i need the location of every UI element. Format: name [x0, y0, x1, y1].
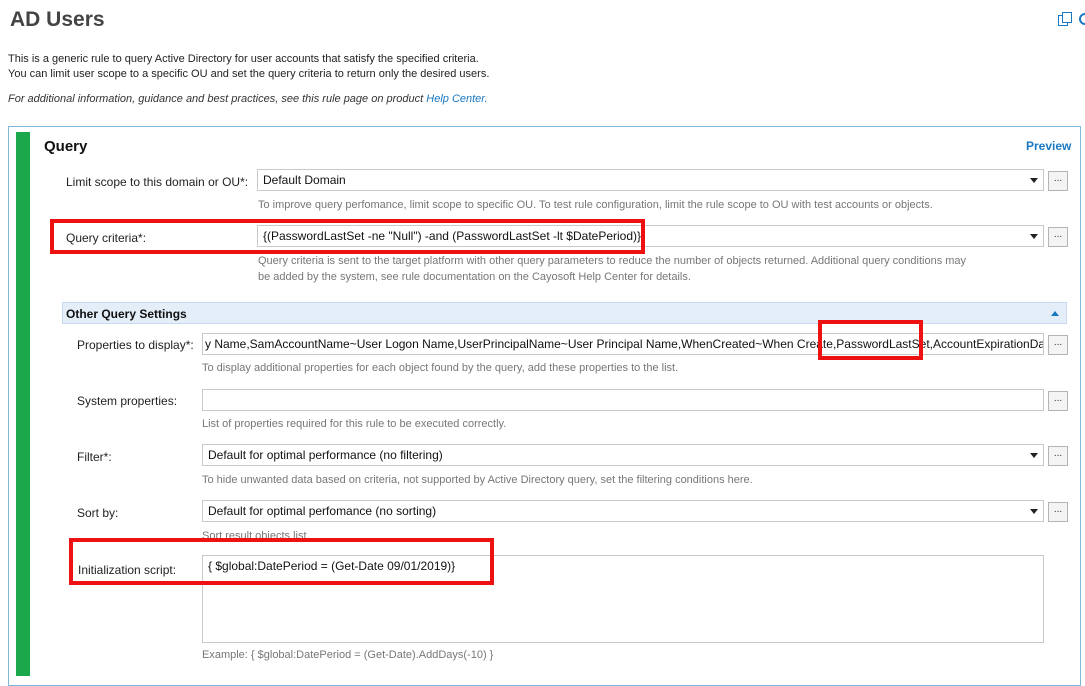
dropdown-arrow-icon — [1030, 453, 1038, 458]
filter-dropdown[interactable]: Default for optimal performance (no filt… — [202, 444, 1044, 466]
criteria-hint-line-2: be added by the system, see rule documen… — [258, 271, 691, 283]
filter-label: Filter*: — [77, 450, 112, 464]
properties-hint: To display additional properties for eac… — [202, 362, 679, 374]
info-text: For additional information, guidance and… — [8, 93, 488, 105]
section-indicator-bar — [16, 132, 30, 676]
collapse-chevron-icon[interactable] — [1051, 311, 1059, 316]
criteria-highlight-box — [50, 219, 645, 254]
preview-link[interactable]: Preview — [1026, 139, 1071, 153]
scope-label: Limit scope to this domain or OU*: — [66, 175, 249, 189]
refresh-icon[interactable] — [1079, 13, 1085, 25]
system-properties-label: System properties: — [77, 394, 178, 408]
properties-value-start: y Name,SamAccountName~User Logon Name,Us… — [205, 337, 833, 351]
dropdown-arrow-icon — [1030, 509, 1038, 514]
dropdown-arrow-icon — [1030, 234, 1038, 239]
help-center-link[interactable]: Help Center. — [426, 93, 487, 105]
system-properties-hint: List of properties required for this rul… — [202, 418, 507, 430]
scope-dropdown[interactable]: Default Domain — [257, 169, 1044, 191]
system-properties-browse-button[interactable]: ... — [1048, 391, 1068, 411]
description-line-1: This is a generic rule to query Active D… — [8, 53, 479, 65]
dropdown-arrow-icon — [1030, 178, 1038, 183]
scope-value: Default Domain — [263, 173, 346, 187]
filter-hint: To hide unwanted data based on criteria,… — [202, 474, 753, 486]
sort-browse-button[interactable]: ... — [1048, 502, 1068, 522]
page-title: AD Users — [10, 8, 105, 31]
other-settings-title: Other Query Settings — [66, 307, 187, 321]
description-line-2: You can limit user scope to a specific O… — [8, 68, 490, 80]
sort-value: Default for optimal perfomance (no sorti… — [208, 504, 437, 518]
query-section-title: Query — [44, 138, 88, 155]
criteria-hint-line-1: Query criteria is sent to the target pla… — [258, 255, 967, 267]
init-script-hint: Example: { $global:DatePeriod = (Get-Dat… — [202, 649, 494, 661]
properties-highlight-box — [818, 320, 923, 360]
scope-hint: To improve query perfomance, limit scope… — [258, 199, 933, 211]
init-script-highlight-box — [69, 538, 494, 585]
sort-label: Sort by: — [77, 506, 119, 520]
properties-label: Properties to display*: — [77, 338, 194, 352]
header-actions — [1058, 12, 1085, 26]
sort-dropdown[interactable]: Default for optimal perfomance (no sorti… — [202, 500, 1044, 522]
system-properties-input[interactable] — [202, 389, 1044, 411]
filter-value: Default for optimal performance (no filt… — [208, 448, 443, 462]
scope-browse-button[interactable]: ... — [1048, 171, 1068, 191]
filter-browse-button[interactable]: ... — [1048, 446, 1068, 466]
info-text-body: For additional information, guidance and… — [8, 93, 427, 105]
properties-value-end: AccountExpirationDate — [933, 337, 1044, 351]
criteria-browse-button[interactable]: ... — [1048, 227, 1068, 247]
copy-icon[interactable] — [1058, 12, 1072, 26]
properties-browse-button[interactable]: ... — [1048, 335, 1068, 355]
